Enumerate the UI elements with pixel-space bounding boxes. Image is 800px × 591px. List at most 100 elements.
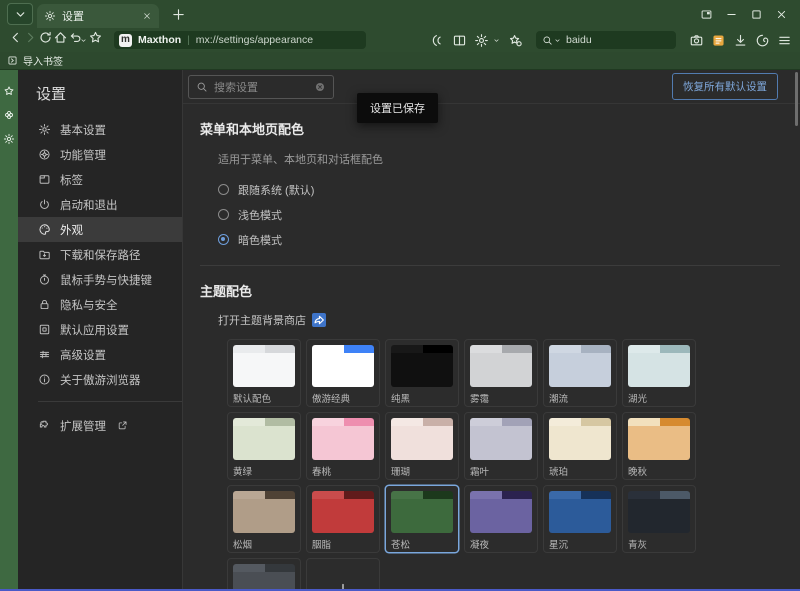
theme-card[interactable]: 暗夜	[227, 558, 301, 591]
maximize-icon[interactable]	[750, 8, 763, 21]
import-bookmarks-button[interactable]: 导入书签	[23, 53, 63, 68]
theme-card[interactable]: 晚秋	[622, 412, 696, 480]
search-bar[interactable]: baidu	[536, 31, 676, 49]
settings-search-input[interactable]: 搜索设置	[188, 75, 334, 99]
theme-card[interactable]: 星沉	[543, 485, 617, 553]
sidebar-item[interactable]: 标签	[18, 167, 182, 192]
sidebar-item[interactable]: 外观	[18, 217, 182, 242]
tab-title: 设置	[62, 8, 136, 24]
favorite-star-icon[interactable]	[88, 30, 103, 45]
search-icon	[196, 81, 208, 93]
theme-name: 凝夜	[470, 537, 532, 551]
sidebar-item-label: 鼠标手势与快捷键	[60, 272, 152, 288]
theme-card[interactable]: 霜叶	[464, 412, 538, 480]
theme-card[interactable]: 珊瑚	[385, 412, 459, 480]
side-rail	[0, 70, 18, 591]
theme-name: 胭脂	[312, 537, 374, 551]
theme-swatch	[549, 491, 611, 533]
add-theme-button[interactable]	[306, 558, 380, 591]
address-bar[interactable]: m Maxthon | mx://settings/appearance	[114, 31, 366, 49]
color-mode-radio[interactable]: 跟随系统 (默认)	[218, 177, 800, 202]
gear-icon[interactable]	[3, 133, 15, 145]
clear-search-icon[interactable]	[314, 81, 326, 93]
split-view-icon[interactable]	[452, 33, 467, 48]
sidebar-item[interactable]: 鼠标手势与快捷键	[18, 267, 182, 292]
radio-icon[interactable]	[218, 234, 229, 245]
theme-card[interactable]: 默认配色	[227, 339, 301, 407]
screenshot-icon[interactable]	[689, 33, 704, 48]
address-url[interactable]: mx://settings/appearance	[196, 34, 313, 46]
forward-icon[interactable]	[23, 30, 38, 45]
sidebar-item[interactable]: 功能管理	[18, 142, 182, 167]
caret-down-icon[interactable]	[492, 36, 501, 45]
theme-swatch	[312, 491, 374, 533]
scrollbar-thumb[interactable]	[795, 72, 798, 126]
sidebar-item-extensions[interactable]: 扩展管理	[18, 413, 182, 438]
sidebar-item-label: 隐私与安全	[60, 297, 118, 313]
caret-down-icon[interactable]	[553, 36, 562, 45]
download-icon[interactable]	[733, 33, 748, 48]
lock-icon	[38, 298, 51, 311]
theme-name: 松烟	[233, 537, 295, 551]
theme-card[interactable]: 松烟	[227, 485, 301, 553]
minimize-icon[interactable]	[725, 8, 738, 21]
sidebar-item[interactable]: 高级设置	[18, 342, 182, 367]
boss-panel-icon[interactable]	[700, 8, 713, 21]
info-icon	[38, 373, 51, 386]
reset-defaults-button[interactable]: 恢复所有默认设置	[672, 73, 778, 100]
home-icon[interactable]	[53, 30, 68, 45]
theme-card[interactable]: 雾霭	[464, 339, 538, 407]
notes-icon[interactable]	[711, 33, 726, 48]
sidebar-item[interactable]: 关于傲游浏览器	[18, 367, 182, 392]
theme-card[interactable]: 黄绿	[227, 412, 301, 480]
theme-name: 青灰	[628, 537, 690, 551]
settings-search-placeholder: 搜索设置	[214, 79, 308, 95]
theme-swatch	[549, 418, 611, 460]
collect-star-icon[interactable]	[508, 33, 523, 48]
theme-card[interactable]: 青灰	[622, 485, 696, 553]
quick-tools-icon[interactable]	[474, 33, 489, 48]
theme-card[interactable]: 傲游经典	[306, 339, 380, 407]
skin-icon[interactable]	[755, 33, 770, 48]
theme-card[interactable]: 春桃	[306, 412, 380, 480]
new-tab-button[interactable]	[171, 7, 186, 22]
reader-mode-icon[interactable]	[430, 33, 445, 48]
refresh-icon[interactable]	[38, 30, 53, 45]
radio-icon[interactable]	[218, 184, 229, 195]
theme-card[interactable]: 凝夜	[464, 485, 538, 553]
tab-list-dropdown-button[interactable]	[7, 3, 33, 25]
sidebar-item-label: 默认应用设置	[60, 322, 129, 338]
theme-card[interactable]: 胭脂	[306, 485, 380, 553]
tab-settings[interactable]: 设置	[37, 4, 159, 28]
radio-icon[interactable]	[218, 209, 229, 220]
theme-card[interactable]: 湖光	[622, 339, 696, 407]
external-link-icon	[117, 420, 128, 431]
sidebar-item[interactable]: 隐私与安全	[18, 292, 182, 317]
close-icon[interactable]	[775, 8, 788, 21]
sidebar-item[interactable]: 下载和保存路径	[18, 242, 182, 267]
theme-store-link[interactable]: 打开主题背景商店	[218, 312, 306, 328]
power-icon	[38, 198, 51, 211]
star-icon[interactable]	[3, 85, 15, 97]
sidebar-item[interactable]: 基本设置	[18, 117, 182, 142]
sidebar-item-label: 功能管理	[60, 147, 106, 163]
color-mode-radio[interactable]: 浅色模式	[218, 202, 800, 227]
theme-card[interactable]: 琥珀	[543, 412, 617, 480]
color-mode-radio[interactable]: 暗色模式	[218, 227, 800, 252]
saved-toast: 设置已保存	[357, 93, 438, 123]
sidebar-item[interactable]: 启动和退出	[18, 192, 182, 217]
sidebar-item-label: 启动和退出	[60, 197, 118, 213]
caret-down-icon[interactable]	[79, 36, 88, 45]
tab-close-icon[interactable]	[142, 11, 152, 21]
back-icon[interactable]	[8, 30, 23, 45]
menu-icon[interactable]	[777, 33, 792, 48]
theme-swatch	[628, 345, 690, 387]
sidebar-item[interactable]: 默认应用设置	[18, 317, 182, 342]
theme-name: 琥珀	[549, 464, 611, 478]
theme-swatch	[312, 418, 374, 460]
theme-card[interactable]: 苍松	[385, 485, 459, 553]
theme-card[interactable]: 纯黑	[385, 339, 459, 407]
flower-icon[interactable]	[3, 109, 15, 121]
theme-store-arrow-icon[interactable]	[312, 313, 326, 327]
theme-card[interactable]: 潮流	[543, 339, 617, 407]
